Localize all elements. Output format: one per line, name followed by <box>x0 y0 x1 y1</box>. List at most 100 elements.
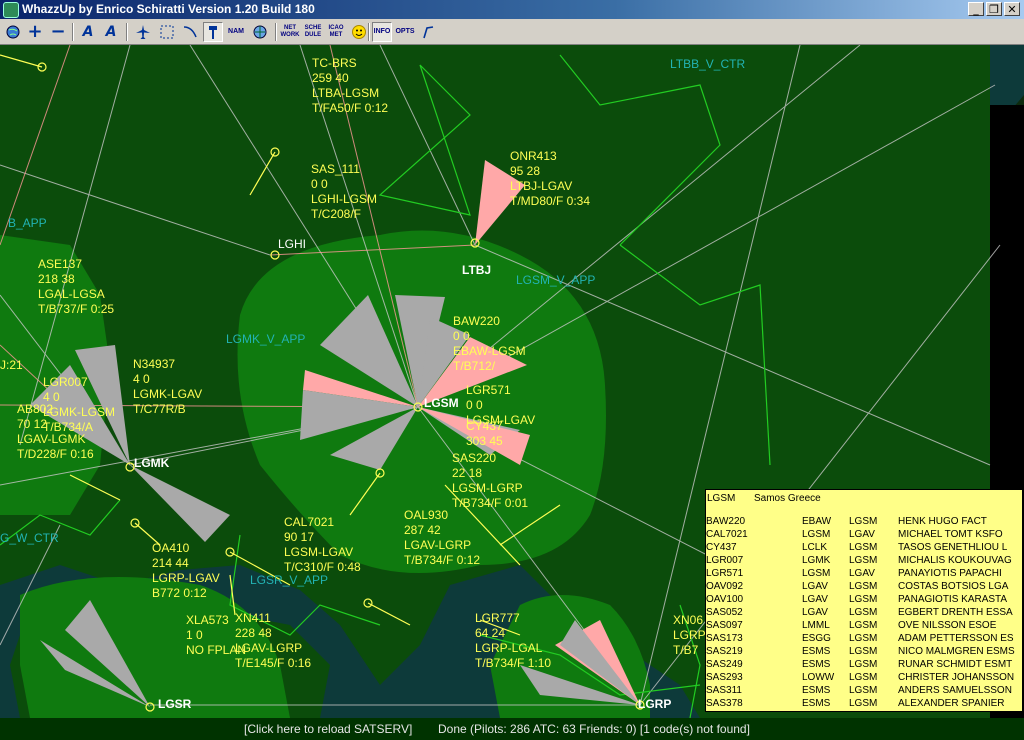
tower-icon[interactable] <box>203 22 223 42</box>
pilot-row[interactable]: SAS378 ESMS LGSM ALEXANDER SPANIER <box>706 698 1022 711</box>
pilot-destination: LGSM <box>849 555 878 566</box>
pilot-destination: LGSM <box>849 646 878 657</box>
toolbar-separator <box>72 23 74 41</box>
pilot-row[interactable]: SAS249 ESMS LGSM RUNAR SCHMIDT ESMT <box>706 659 1022 672</box>
pilot-row[interactable]: OAV092 LGAV LGSM COSTAS BOTSIOS LGA <box>706 581 1022 594</box>
sector-label[interactable]: LGMK_V_APP <box>226 332 305 347</box>
flight-label[interactable]: ASE137 218 38 LGAL-LGSA T/B737/F 0:25 <box>38 257 114 317</box>
pilot-callsign: SAS219 <box>706 646 743 657</box>
dotted-selection-icon[interactable] <box>157 22 177 42</box>
pilot-row[interactable]: LGR571 LGSM LGAV PANAYIOTIS PAPACHI <box>706 568 1022 581</box>
pilot-callsign: BAW220 <box>706 516 746 527</box>
pilot-name: MICHALIS KOUKOUVAG <box>898 555 1012 566</box>
pilot-callsign: SAS249 <box>706 659 743 670</box>
pilot-row[interactable]: SAS097 LMML LGSM OVE NILSSON ESOE <box>706 620 1022 633</box>
airport-info-panel[interactable]: LGSM Samos Greece BAW220 EBAW LGSM HENK HUG… <box>705 489 1023 712</box>
pilot-callsign: CY437 <box>706 542 737 553</box>
pilot-origin: LGAV <box>802 607 828 618</box>
pilot-row[interactable]: SAS173 ESGG LGSM ADAM PETTERSSON ES <box>706 633 1022 646</box>
toolbar: + − A A NAM NET WORK SCHE DULE ICAO MET … <box>0 19 1024 45</box>
pilot-row[interactable]: SAS219 ESMS LGSM NICO MALMGREN ESMS <box>706 646 1022 659</box>
flight-label[interactable]: ONR413 95 28 LTBJ-LGAV T/MD80/F 0:34 <box>510 149 590 209</box>
restore-button[interactable]: ❐ <box>986 2 1002 16</box>
pilot-row[interactable]: SAS052 LGAV LGSM EGBERT DRENTH ESSA <box>706 607 1022 620</box>
airport-label[interactable]: LGRP <box>638 697 671 712</box>
app-icon[interactable] <box>3 2 19 18</box>
pilot-origin: ESGG <box>802 633 831 644</box>
pilot-origin: LMML <box>802 620 830 631</box>
pilot-callsign: SAS293 <box>706 672 743 683</box>
options-button[interactable]: OPTS <box>395 22 415 42</box>
pilot-destination: LGSM <box>849 607 878 618</box>
pilot-origin: ESMS <box>802 646 831 657</box>
sector-label[interactable]: LTBB_V_CTR <box>670 57 745 72</box>
nam-button[interactable]: NAM <box>226 22 246 42</box>
pilot-origin: LGSM <box>802 568 831 579</box>
reload-satserv-link[interactable]: [Click here to reload SATSERV] <box>244 718 412 740</box>
pilot-origin: LCLK <box>802 542 828 553</box>
flight-label[interactable]: SAS220 22 18 LGSM-LGRP T/B734/F 0:01 <box>452 451 528 511</box>
close-button[interactable]: ✕ <box>1004 2 1020 16</box>
route-curve-icon[interactable] <box>180 22 200 42</box>
sector-label[interactable]: G_W_CTR <box>0 531 59 546</box>
airplane-icon[interactable] <box>133 22 153 42</box>
pilot-callsign: SAS378 <box>706 698 743 709</box>
pilot-row[interactable]: BAW220 EBAW LGSM HENK HUGO FACT <box>706 516 1022 529</box>
airport-label[interactable]: LTBJ <box>462 263 491 278</box>
pilot-destination: LGSM <box>849 620 878 631</box>
icao-met-button[interactable]: ICAO MET <box>326 22 346 42</box>
flight-label[interactable]: OA410 214 44 LGRP-LGAV B772 0:12 <box>152 541 220 601</box>
pilot-row[interactable]: CY437 LCLK LGSM TASOS GENETHLIOU L <box>706 542 1022 555</box>
pilot-destination: LGAV <box>849 529 875 540</box>
minimize-button[interactable]: _ <box>968 2 984 16</box>
flight-label[interactable]: OAL930 287 42 LGAV-LGRP T/B734/F 0:12 <box>404 508 480 568</box>
pilot-name: TASOS GENETHLIOU L <box>898 542 1008 553</box>
font-larger-button[interactable]: A <box>101 22 121 42</box>
pilot-row[interactable]: OAV100 LGAV LGSM PANAGIOTIS KARASTA <box>706 594 1022 607</box>
flight-label[interactable]: N34937 4 0 LGMK-LGAV T/C77R/B <box>133 357 202 417</box>
airport-label[interactable]: LGHI <box>278 237 306 252</box>
window-title: WhazzUp by Enrico Schiratti Version 1.20… <box>22 2 315 16</box>
pilot-origin: ESMS <box>802 685 831 696</box>
globe-icon[interactable] <box>3 22 23 42</box>
flight-label[interactable]: CAL7021 90 17 LGSM-LGAV T/C310/F 0:48 <box>284 515 361 575</box>
zoom-in-button[interactable]: + <box>25 22 45 42</box>
flight-label[interactable]: AB802 70 12 LGAV-LGMK T/D228/F 0:16 <box>17 402 94 462</box>
flight-label[interactable]: XN411 228 48 LGAV-LGRP T/E145/F 0:16 <box>235 611 311 671</box>
pilot-row[interactable]: SAS311 ESMS LGSM ANDERS SAMUELSSON <box>706 685 1022 698</box>
airport-label[interactable]: LGSM <box>424 396 459 411</box>
sector-label[interactable]: LGSR_V_APP <box>250 573 328 588</box>
flight-label[interactable]: XN06 LGRP T/B7 <box>673 613 706 658</box>
pilot-destination: LGSM <box>849 581 878 592</box>
pilot-name: ALEXANDER SPANIER <box>898 698 1005 709</box>
flight-label[interactable]: TC-BRS 259 40 LTBA-LGSM T/FA50/F 0:12 <box>312 56 388 116</box>
pilot-row[interactable]: LGR007 LGMK LGSM MICHALIS KOUKOUVAG <box>706 555 1022 568</box>
flight-label[interactable]: BAW220 0 0 EBAW-LGSM T/B712/ <box>453 314 526 374</box>
pilot-name: OVE NILSSON ESOE <box>898 620 997 631</box>
network-button[interactable]: NET WORK <box>280 22 300 42</box>
status-text: Done (Pilots: 286 ATC: 63 Friends: 0) [1… <box>438 722 750 736</box>
status-bar: [Click here to reload SATSERV] Done (Pil… <box>0 718 1024 740</box>
pilot-row[interactable]: SAS293 LOWW LGSM CHRISTER JOHANSSON <box>706 672 1022 685</box>
flight-label[interactable]: LGR777 64 24 LGRP-LGAL T/B734/F 1:10 <box>475 611 551 671</box>
world-icon[interactable] <box>250 22 270 42</box>
airport-label[interactable]: LGSR <box>158 697 191 712</box>
pilot-row[interactable]: CAL7021 LGSM LGAV MICHAEL TOMT KSFO <box>706 529 1022 542</box>
pilot-destination: LGSM <box>849 633 878 644</box>
schedule-button[interactable]: SCHE DULE <box>303 22 323 42</box>
flight-label[interactable]: SAS_111 0 0 LGHI-LGSM T/C208/F <box>311 162 377 222</box>
pin-tool-icon[interactable] <box>418 22 438 42</box>
info-button[interactable]: INFO <box>372 22 392 42</box>
smiley-icon[interactable] <box>349 22 369 42</box>
flight-label[interactable]: J:21 <box>0 358 23 373</box>
font-smaller-button[interactable]: A <box>78 22 98 42</box>
toolbar-separator <box>368 23 370 41</box>
pilot-origin: LGAV <box>802 594 828 605</box>
flight-label[interactable]: CY437 303 45 <box>466 419 503 449</box>
zoom-out-button[interactable]: − <box>48 22 68 42</box>
airport-label[interactable]: LGMK <box>134 456 169 471</box>
pilot-callsign: LGR571 <box>706 568 744 579</box>
sector-label[interactable]: LGSM_V_APP <box>516 273 595 288</box>
pilot-origin: LGAV <box>802 581 828 592</box>
sector-label[interactable]: B_APP <box>8 216 47 231</box>
